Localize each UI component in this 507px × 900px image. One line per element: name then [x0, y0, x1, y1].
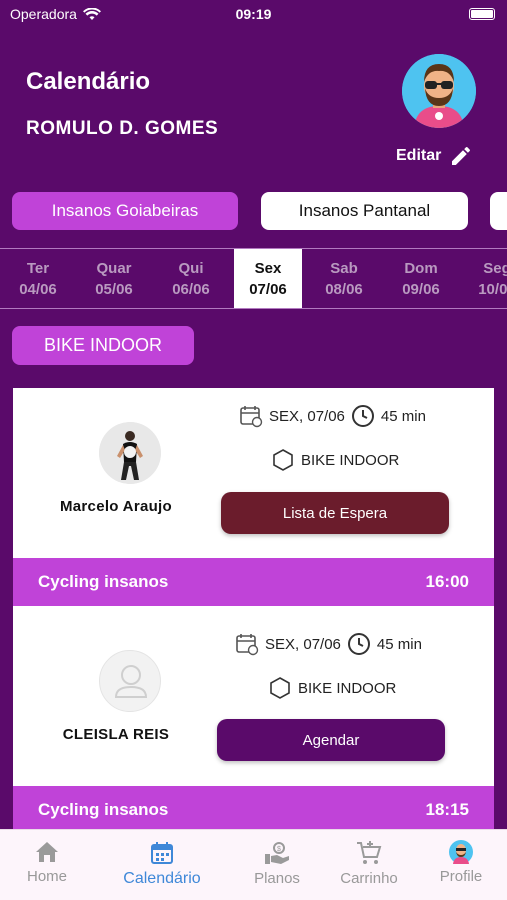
calendar-clock-icon — [240, 406, 263, 428]
bottom-tab-bar: Home Calendário $ Planos Carrinho Profil… — [0, 829, 507, 900]
class-modality: BIKE INDOOR — [271, 448, 399, 472]
tab-profile[interactable]: Profile — [416, 840, 506, 885]
day-weekday: Dom — [404, 259, 438, 277]
day-weekday: Sab — [330, 259, 358, 277]
day-date: 06/06 — [172, 280, 210, 298]
calendar-clock-icon — [236, 634, 259, 656]
gym-tab-pantanal[interactable]: Insanos Pantanal — [261, 192, 468, 230]
cart-icon — [357, 841, 382, 864]
class-modality: BIKE INDOOR — [268, 676, 396, 700]
day-date: 10/06 — [478, 280, 507, 298]
coach-name: Marcelo Araujo — [59, 498, 172, 515]
day-item[interactable]: Dom 09/06 — [387, 249, 455, 308]
class-name: Cycling insanos — [38, 800, 169, 819]
clock-icon — [351, 405, 374, 427]
tab-label: Carrinho — [340, 870, 398, 887]
class-bar[interactable]: Cycling insanos 18:15 — [13, 786, 494, 834]
category-chip[interactable]: BIKE INDOOR — [12, 326, 194, 365]
coach-photo-image — [99, 422, 161, 484]
class-time: 18:15 — [425, 800, 469, 819]
day-weekday: Qui — [178, 259, 204, 277]
day-item[interactable]: Ter 04/06 — [4, 249, 72, 308]
day-item-selected[interactable]: Sex 07/06 — [234, 249, 302, 308]
svg-text:$: $ — [277, 846, 281, 853]
user-avatar[interactable] — [402, 54, 476, 128]
edit-label: Editar — [396, 147, 442, 164]
class-duration: 45 min — [380, 407, 426, 425]
day-weekday: Ter — [26, 259, 50, 277]
class-card: CLEISLA REIS SEX, 07/06 45 min BIKE INDO… — [13, 606, 494, 786]
modality-label: BIKE INDOOR — [301, 451, 400, 469]
day-weekday: Seg — [483, 259, 507, 277]
tab-label: Planos — [254, 870, 300, 887]
calendar-icon — [151, 842, 173, 864]
day-item[interactable]: Qui 06/06 — [157, 249, 225, 308]
class-name: Cycling insanos — [38, 572, 169, 591]
day-date: 04/06 — [19, 280, 57, 298]
class-date: SEX, 07/06 — [269, 407, 345, 425]
class-datetime: SEX, 07/06 45 min — [235, 632, 422, 656]
day-item[interactable]: Seg 10/06 — [463, 249, 507, 308]
day-selector: Ter 04/06 Quar 05/06 Qui 06/06 Sex 07/06 Sab… — [0, 248, 507, 309]
hexagon-icon — [273, 449, 293, 471]
day-weekday: Quar — [96, 259, 132, 277]
class-duration: 45 min — [376, 635, 422, 653]
coach-photo-placeholder — [99, 650, 161, 712]
hexagon-icon — [270, 677, 290, 699]
tab-plans[interactable]: $ Planos — [232, 840, 322, 887]
tab-calendar[interactable]: Calendário — [117, 840, 207, 888]
clock-icon — [347, 633, 370, 655]
tab-label: Home — [26, 868, 67, 885]
modality-label: BIKE INDOOR — [298, 679, 397, 697]
clock: 09:19 — [235, 6, 272, 22]
user-placeholder-icon — [114, 665, 148, 698]
tab-cart[interactable]: Carrinho — [324, 840, 414, 887]
day-weekday: Sex — [254, 259, 282, 277]
day-item[interactable]: Quar 05/06 — [80, 249, 148, 308]
tab-label: Profile — [439, 868, 483, 885]
user-name: ROMULO D. GOMES — [26, 118, 219, 139]
gym-tab-next[interactable] — [490, 192, 507, 230]
status-bar: Operadora 09:19 — [0, 0, 507, 28]
gym-tabs: Insanos Goiabeiras Insanos Pantanal — [0, 192, 507, 232]
battery-icon — [469, 8, 495, 20]
avatar-illustration — [402, 54, 476, 128]
class-date: SEX, 07/06 — [265, 635, 341, 653]
schedule-button[interactable]: Agendar — [217, 719, 445, 761]
class-card: Marcelo Araujo SEX, 07/06 45 min BIKE IN… — [13, 388, 494, 558]
edit-profile-button[interactable]: Editar — [396, 144, 473, 168]
day-date: 09/06 — [402, 280, 440, 298]
day-date: 08/06 — [325, 280, 363, 298]
day-date: 07/06 — [249, 280, 287, 298]
class-time: 16:00 — [425, 572, 469, 591]
tab-label: Calendário — [123, 870, 201, 887]
day-date: 05/06 — [95, 280, 133, 298]
waitlist-button[interactable]: Lista de Espera — [221, 492, 449, 534]
day-item[interactable]: Sab 08/06 — [310, 249, 378, 308]
plans-icon: $ — [265, 842, 289, 864]
gym-tab-goiabeiras[interactable]: Insanos Goiabeiras — [12, 192, 238, 230]
pencil-icon — [452, 147, 471, 165]
class-bar[interactable]: Cycling insanos 16:00 — [13, 558, 494, 606]
home-icon — [36, 842, 58, 862]
class-datetime: SEX, 07/06 45 min — [239, 404, 426, 428]
profile-avatar-icon — [449, 840, 473, 864]
coach-name: CLEISLA REIS — [62, 726, 170, 743]
page-title: Calendário — [26, 68, 151, 95]
tab-home[interactable]: Home — [2, 840, 92, 885]
coach-photo — [99, 422, 161, 484]
